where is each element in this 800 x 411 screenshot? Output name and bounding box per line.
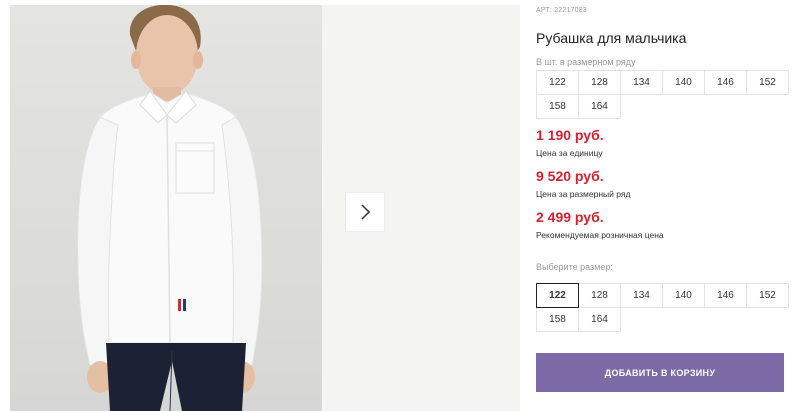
- size-row-cell: 140: [662, 70, 705, 95]
- size-row-cell: 146: [704, 70, 747, 95]
- size-option[interactable]: 158: [536, 307, 579, 332]
- size-option[interactable]: 152: [746, 283, 789, 308]
- size-row-cell: 164: [578, 94, 621, 119]
- size-row-cell: 122: [536, 70, 579, 95]
- boy-in-white-shirt-image: [77, 5, 263, 411]
- size-row-cell: 152: [746, 70, 789, 95]
- size-row-grid: 122 128 134 140 146 152 158 164: [536, 70, 789, 119]
- unit-price-label: Цена за единицу: [536, 148, 603, 158]
- unit-price: 1 190 руб.: [536, 127, 604, 143]
- size-row-cell: 158: [536, 94, 579, 119]
- size-option[interactable]: 128: [578, 283, 621, 308]
- size-row-cell: 134: [620, 70, 663, 95]
- product-title: Рубашка для мальчика: [536, 30, 687, 46]
- size-option[interactable]: 146: [704, 283, 747, 308]
- product-info: АРТ: 22217083 Рубашка для мальчика В шт.…: [536, 0, 800, 411]
- size-option[interactable]: 140: [662, 283, 705, 308]
- gallery-next-button[interactable]: [346, 193, 384, 231]
- retail-price-label: Рекомендуемая розничная цена: [536, 230, 664, 240]
- size-row-caption: В шт. в размерном ряду: [536, 57, 636, 67]
- size-row-cell: 128: [578, 70, 621, 95]
- product-gallery: [0, 0, 520, 411]
- size-option[interactable]: 164: [578, 307, 621, 332]
- size-option[interactable]: 134: [620, 283, 663, 308]
- size-option-selected[interactable]: 122: [536, 283, 579, 308]
- size-selector: 122 128 134 140 146 152 158 164: [536, 283, 789, 332]
- retail-price: 2 499 руб.: [536, 209, 604, 225]
- add-to-cart-button[interactable]: ДОБАВИТЬ В КОРЗИНУ: [536, 353, 784, 392]
- size-row-price: 9 520 руб.: [536, 168, 604, 184]
- product-article: АРТ: 22217083: [536, 7, 587, 14]
- chevron-right-icon: [361, 204, 371, 220]
- choose-size-caption: Выберите размер:: [536, 262, 613, 272]
- product-photo[interactable]: [10, 5, 322, 411]
- size-row-price-label: Цена за размерный ряд: [536, 189, 631, 199]
